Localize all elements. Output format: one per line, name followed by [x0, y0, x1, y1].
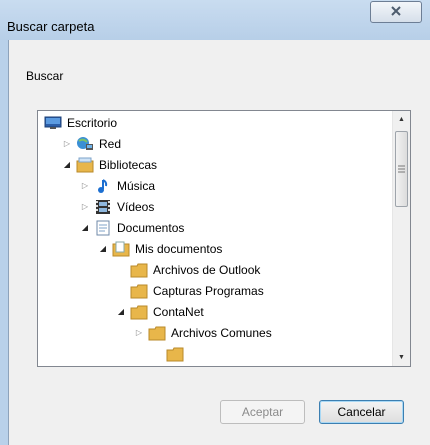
- network-icon: [76, 136, 94, 152]
- window-title: Buscar carpeta: [7, 19, 95, 34]
- tree-item-red[interactable]: ▷ Red: [62, 133, 121, 154]
- videos-icon: [94, 199, 112, 215]
- expand-arrow-icon[interactable]: ▷: [134, 328, 144, 338]
- tree-item-escritorio[interactable]: Escritorio: [44, 112, 117, 133]
- dialog-prompt: Buscar: [26, 69, 64, 83]
- tree-item-label: Archivos Comunes: [171, 325, 272, 340]
- close-button[interactable]: [370, 1, 422, 23]
- expand-arrow-icon[interactable]: ▷: [80, 202, 90, 212]
- tree-item-bibliotecas[interactable]: ◢ Bibliotecas: [62, 154, 157, 175]
- tree-item-contanet[interactable]: ◢ ContaNet: [116, 301, 204, 322]
- tree-item-label: ContaNet: [153, 304, 204, 319]
- scroll-up-arrow-icon[interactable]: ▲: [393, 111, 410, 128]
- tree-item-label: Red: [99, 136, 122, 151]
- collapse-arrow-icon[interactable]: ◢: [62, 160, 72, 170]
- documents-icon: [94, 220, 112, 236]
- libraries-icon: [76, 157, 94, 173]
- tree-item-videos[interactable]: ▷ Vídeos: [80, 196, 154, 217]
- expand-arrow-icon[interactable]: ▷: [80, 181, 90, 191]
- folder-icon: [130, 262, 148, 278]
- tree-item-mis-documentos[interactable]: ◢ Mis documentos: [98, 238, 222, 259]
- tree-item-label: Capturas Programas: [153, 283, 264, 298]
- folder-icon: [166, 346, 184, 362]
- tree-item-label: Mis documentos: [135, 241, 223, 256]
- tree-item-label: Vídeos: [117, 199, 155, 214]
- scroll-down-arrow-icon[interactable]: ▼: [393, 349, 410, 366]
- tree-item-label: Documentos: [117, 220, 185, 235]
- folder-icon: [130, 283, 148, 299]
- title-bar: Buscar carpeta: [0, 0, 430, 40]
- close-x-icon: [391, 5, 401, 19]
- expand-arrow-icon[interactable]: ▷: [62, 139, 72, 149]
- folder-icon: [148, 325, 166, 341]
- collapse-arrow-icon[interactable]: ◢: [98, 244, 108, 254]
- tree-item-partial[interactable]: [166, 345, 189, 363]
- music-icon: [94, 178, 112, 194]
- tree-item-label: Escritorio: [67, 115, 118, 130]
- collapse-arrow-icon[interactable]: ◢: [80, 223, 90, 233]
- tree-item-musica[interactable]: ▷ Música: [80, 175, 155, 196]
- scroll-thumb[interactable]: [395, 131, 408, 207]
- tree-item-documentos[interactable]: ◢ Documentos: [80, 217, 184, 238]
- tree-item-label: Música: [117, 178, 156, 193]
- desktop-icon: [44, 115, 62, 131]
- tree-item-label: Archivos de Outlook: [153, 262, 261, 277]
- tree-item-capturas-programas[interactable]: Capturas Programas: [130, 280, 264, 301]
- my-documents-icon: [112, 241, 130, 257]
- folder-icon: [130, 304, 148, 320]
- folder-tree[interactable]: Escritorio ▷ Red ◢ Bibliotecas ▷ Música …: [37, 110, 411, 367]
- cancel-button[interactable]: Cancelar: [319, 400, 404, 424]
- ok-button[interactable]: Aceptar: [220, 400, 305, 424]
- collapse-arrow-icon[interactable]: ◢: [116, 307, 126, 317]
- tree-item-archivos-comunes[interactable]: ▷ Archivos Comunes: [134, 322, 272, 343]
- tree-item-label: Bibliotecas: [99, 157, 158, 172]
- vertical-scrollbar[interactable]: ▲ ▼: [392, 111, 410, 366]
- tree-item-archivos-de-outlook[interactable]: Archivos de Outlook: [130, 259, 260, 280]
